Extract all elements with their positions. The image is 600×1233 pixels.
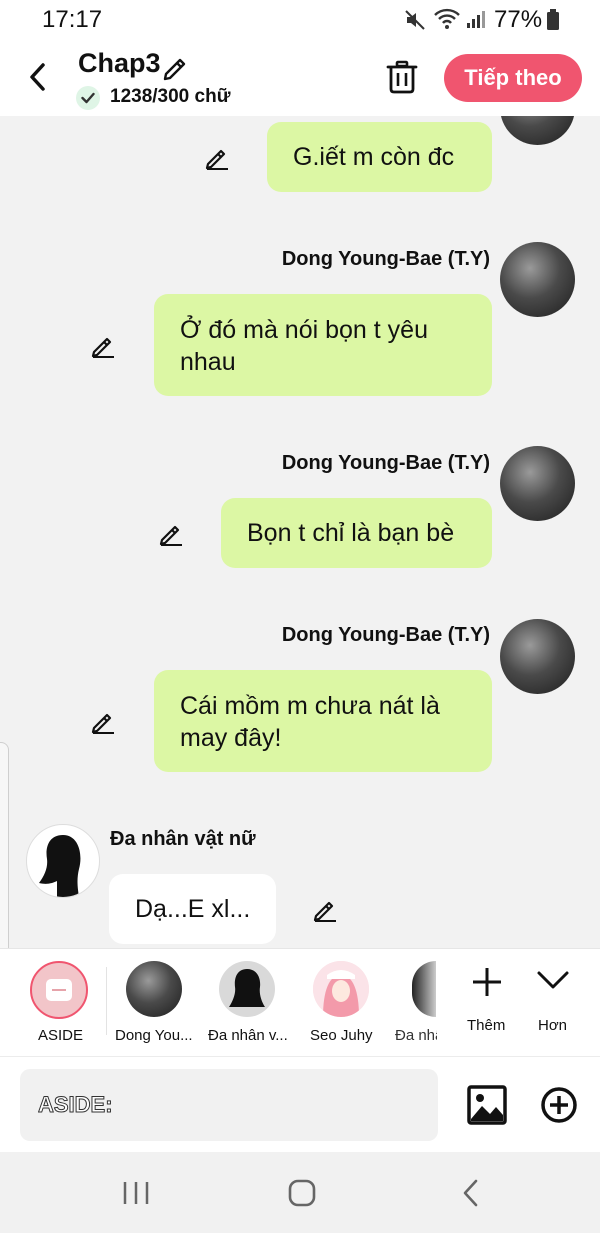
mute-icon [404, 9, 426, 36]
avatar[interactable] [500, 446, 575, 521]
sender-name: Dong Young-Bae (T.Y) [281, 624, 490, 646]
add-circle-icon[interactable] [540, 1086, 578, 1129]
aside-button[interactable] [30, 961, 88, 1019]
message-input[interactable] [20, 1069, 438, 1141]
character-avatar[interactable] [219, 961, 275, 1017]
check-icon [76, 86, 100, 110]
edit-message-icon[interactable] [312, 896, 338, 922]
edit-message-icon[interactable] [90, 332, 116, 358]
editor-header: Chap3 1238/300 chữ Tiếp theo [0, 40, 600, 116]
edit-title-icon[interactable] [160, 52, 190, 87]
chevron-down-icon[interactable] [536, 967, 570, 998]
wifi-icon [433, 8, 461, 35]
more-characters-label[interactable]: Thêm [467, 1017, 505, 1034]
chat-area[interactable]: G.iết m còn đc Dong Young-Bae (T.Y) Ở đó… [0, 116, 600, 948]
avatar[interactable] [500, 242, 575, 317]
word-count: 1238/300 chữ [110, 86, 231, 107]
edit-message-icon[interactable] [204, 144, 230, 170]
input-bar [0, 1056, 600, 1153]
sender-name: Đa nhân vật nữ [110, 828, 256, 850]
aside-icon [46, 979, 72, 1001]
message-bubble[interactable]: Dạ...E xl... [109, 874, 276, 944]
edit-message-icon[interactable] [90, 708, 116, 734]
character-label: Seo Juhy [310, 1027, 373, 1044]
home-icon[interactable] [287, 1178, 317, 1213]
system-nav-bar [0, 1152, 600, 1233]
character-avatar[interactable] [126, 961, 182, 1017]
divider [106, 967, 107, 1035]
image-icon[interactable] [467, 1085, 507, 1130]
chapter-title: Chap3 [78, 48, 161, 78]
character-label: Đa nhâ [395, 1027, 437, 1044]
side-panel-handle[interactable] [0, 742, 9, 974]
back-icon[interactable] [26, 62, 50, 92]
avatar[interactable] [500, 619, 575, 694]
character-label: Đa nhân v... [208, 1027, 288, 1044]
sender-name: Dong Young-Bae (T.Y) [281, 248, 490, 270]
recent-apps-icon[interactable] [122, 1180, 150, 1211]
message-bubble[interactable]: Bọn t chỉ là bạn bè [221, 498, 492, 568]
battery-icon [546, 9, 560, 36]
character-label: ASIDE [38, 1027, 84, 1044]
nav-back-icon[interactable] [460, 1178, 480, 1213]
status-time: 17:17 [42, 6, 103, 33]
character-avatar[interactable] [412, 961, 436, 1017]
character-strip: ASIDE Dong You... Đa nhân v... Seo Juhy … [0, 948, 600, 1057]
character-avatar[interactable] [313, 961, 369, 1017]
message-bubble[interactable]: Cái mồm m chưa nát là may đây! [154, 670, 492, 772]
character-label: Dong You... [115, 1027, 193, 1044]
message-bubble[interactable]: G.iết m còn đc [267, 122, 492, 192]
sender-name: Dong Young-Bae (T.Y) [281, 452, 490, 474]
collapse-label[interactable]: Hơn [538, 1017, 567, 1034]
battery-percent: 77% [494, 6, 543, 33]
avatar[interactable] [26, 824, 100, 898]
next-button[interactable]: Tiếp theo [444, 54, 582, 102]
trash-icon[interactable] [386, 60, 418, 99]
status-bar: 17:17 77% [0, 0, 600, 40]
plus-icon[interactable] [470, 965, 504, 1004]
edit-message-icon[interactable] [158, 520, 184, 546]
avatar[interactable] [500, 116, 575, 145]
message-bubble[interactable]: Ở đó mà nói bọn t yêu nhau [154, 294, 492, 396]
signal-icon [466, 9, 486, 34]
